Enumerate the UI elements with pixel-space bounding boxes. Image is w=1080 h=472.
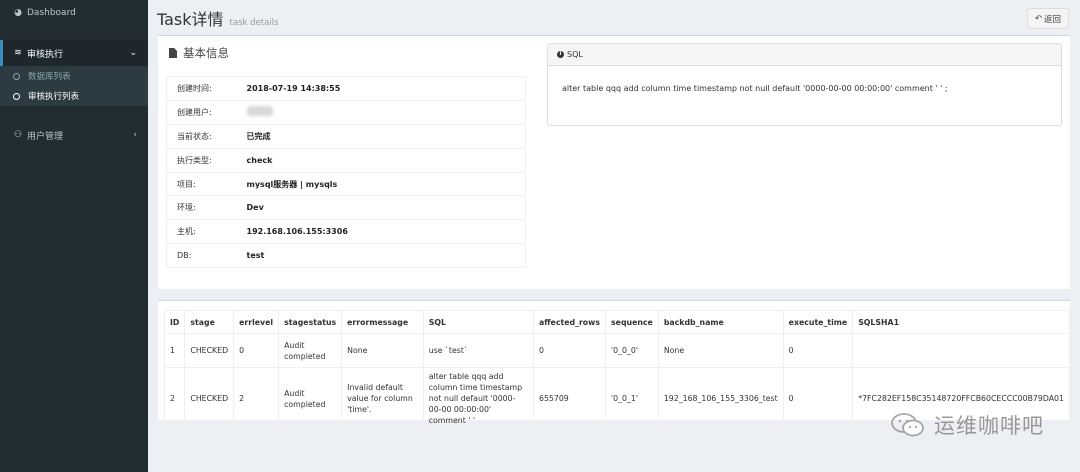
info-row: 环境: Dev [166, 195, 526, 220]
column-header[interactable]: backdb_name [657, 310, 784, 334]
column-header[interactable]: sequence [605, 310, 659, 334]
reply-icon: ↶ [1034, 13, 1042, 24]
chevron-left-icon: ‹ [133, 130, 137, 140]
info-key: DB: [166, 243, 237, 268]
info-row: 执行类型: check [166, 147, 526, 173]
info-key: 执行类型: [166, 147, 237, 173]
sql-panel-title: SQL [567, 50, 583, 59]
circle-icon [13, 92, 20, 100]
info-value: test [236, 243, 526, 268]
page-subtitle: task details [229, 18, 279, 28]
info-row: 创建用户: [166, 99, 526, 125]
table-cell: alter table qqq add column time timestam… [422, 367, 534, 430]
info-value: Dev [236, 195, 526, 220]
table-cell: '0_0_0' [605, 333, 659, 368]
table-cell: 2 [163, 367, 186, 430]
detail-box: 基本信息 创建时间: 2018-07-19 14:38:55 创建用户: 当前状态: 已… [158, 35, 1070, 289]
table-cell: 2 [233, 367, 280, 430]
table-cell: Audit completed [278, 367, 343, 430]
table-cell: None [341, 333, 424, 368]
table-row: 1 CHECKED 0 Audit completed None use `test` 0 '… [163, 333, 1070, 368]
sql-panel: i SQL alter table qqq add column time ti… [547, 43, 1062, 126]
sidebar-item-label: 用户管理 [27, 131, 64, 142]
info-row: 当前状态: 已完成 [166, 123, 526, 149]
info-key: 主机: [166, 219, 237, 244]
info-key: 创建用户: [166, 99, 237, 125]
table-cell: 655709 [532, 367, 607, 430]
table-cell: CHECKED [184, 367, 235, 430]
column-header[interactable]: ID [163, 310, 186, 334]
table-cell: None [657, 333, 784, 368]
sidebar: ◕ Dashboard ≋ 审核执行 ⌄ 数据库列表 审核执行列表 ⚇ 用户管理… [0, 0, 148, 472]
sql-panel-header: i SQL [548, 44, 1061, 66]
table-cell [852, 333, 1070, 368]
chevron-down-icon: ⌄ [129, 48, 137, 58]
users-icon: ⚇ [13, 130, 23, 140]
watermark-text: 运维咖啡吧 [934, 414, 1044, 438]
info-value: mysql服务器 | mysqls [236, 171, 526, 196]
sidebar-subitem-label: 审核执行列表 [28, 92, 80, 102]
table-cell: 0 [233, 333, 280, 368]
table-cell: 1 [163, 333, 186, 368]
info-row: 创建时间: 2018-07-19 14:38:55 [166, 76, 526, 101]
wechat-icon [891, 413, 924, 437]
table-cell: '0_0_1' [605, 367, 659, 430]
info-value: 2018-07-19 14:38:55 [236, 76, 526, 101]
file-icon [169, 48, 177, 58]
dashboard-icon: ◕ [14, 8, 22, 18]
database-icon: ≋ [14, 48, 22, 58]
column-header[interactable]: stage [184, 310, 235, 334]
info-key: 项目: [166, 171, 237, 196]
table-cell: Audit completed [278, 333, 343, 368]
column-header[interactable]: SQL [422, 310, 534, 334]
info-row: 项目: mysql服务器 | mysqls [166, 171, 526, 196]
circle-icon [13, 72, 20, 80]
table-cell: 192_168_106_155_3306_test [657, 367, 784, 430]
table-cell: Invalid default value for column 'time'. [341, 367, 424, 430]
info-key: 当前状态: [166, 123, 237, 149]
sidebar-subitem-label: 数据库列表 [28, 72, 71, 82]
sidebar-item-dashboard[interactable]: ◕ Dashboard [0, 0, 148, 26]
info-key: 创建时间: [166, 76, 237, 101]
info-row: 主机: 192.168.106.155:3306 [166, 219, 526, 244]
column-header[interactable]: errlevel [233, 310, 280, 334]
column-header[interactable]: stagestatus [278, 310, 343, 334]
sidebar-item-audit-exec[interactable]: ≋ 审核执行 ⌄ [0, 40, 148, 66]
table-cell: CHECKED [184, 333, 235, 368]
table-cell: 0 [782, 333, 854, 368]
column-header[interactable]: affected_rows [532, 310, 607, 334]
info-row: DB: test [166, 243, 526, 268]
info-title-label: 基本信息 [183, 46, 229, 60]
blurred-username [246, 106, 273, 117]
sql-text: alter table qqq add column time timestam… [562, 84, 948, 93]
sidebar-item-label: 审核执行 [27, 49, 64, 60]
info-value: 192.168.106.155:3306 [236, 219, 526, 244]
info-key: 环境: [166, 195, 237, 220]
back-button-label: 返回 [1043, 14, 1061, 25]
watermark: 运维咖啡吧 [890, 410, 1044, 440]
column-header[interactable]: SQLSHA1 [852, 310, 1070, 334]
page-header: Task详情 task details [157, 6, 278, 30]
column-header[interactable]: errormessage [341, 310, 424, 334]
sidebar-item-label: Dashboard [27, 8, 76, 18]
sidebar-subitem-exec-list[interactable]: 审核执行列表 [0, 86, 148, 106]
main-content: Task详情 task details ↶ 返回 基本信息 创建时间: 2018-… [148, 0, 1080, 472]
info-value: 已完成 [236, 123, 526, 149]
info-value [236, 99, 526, 125]
info-title: 基本信息 [169, 45, 229, 61]
back-button[interactable]: ↶ 返回 [1026, 8, 1069, 29]
page-title: Task详情 [157, 10, 224, 29]
column-header[interactable]: execute_time [782, 310, 854, 334]
info-table: 创建时间: 2018-07-19 14:38:55 创建用户: 当前状态: 已完成 执行类… [166, 76, 526, 269]
table-cell: use `test` [422, 333, 534, 368]
info-value: check [236, 147, 526, 173]
sidebar-subitem-db-list[interactable]: 数据库列表 [0, 66, 148, 86]
results-box: ID stage errlevel stagestatus errormessage SQ… [158, 300, 1070, 430]
sidebar-item-user-mgmt[interactable]: ⚇ 用户管理 ‹ [0, 122, 148, 148]
sidebar-submenu: 数据库列表 审核执行列表 [0, 66, 148, 106]
table-cell: 0 [532, 333, 607, 368]
table-cell: 0 [782, 367, 854, 430]
info-icon: i [557, 51, 564, 58]
